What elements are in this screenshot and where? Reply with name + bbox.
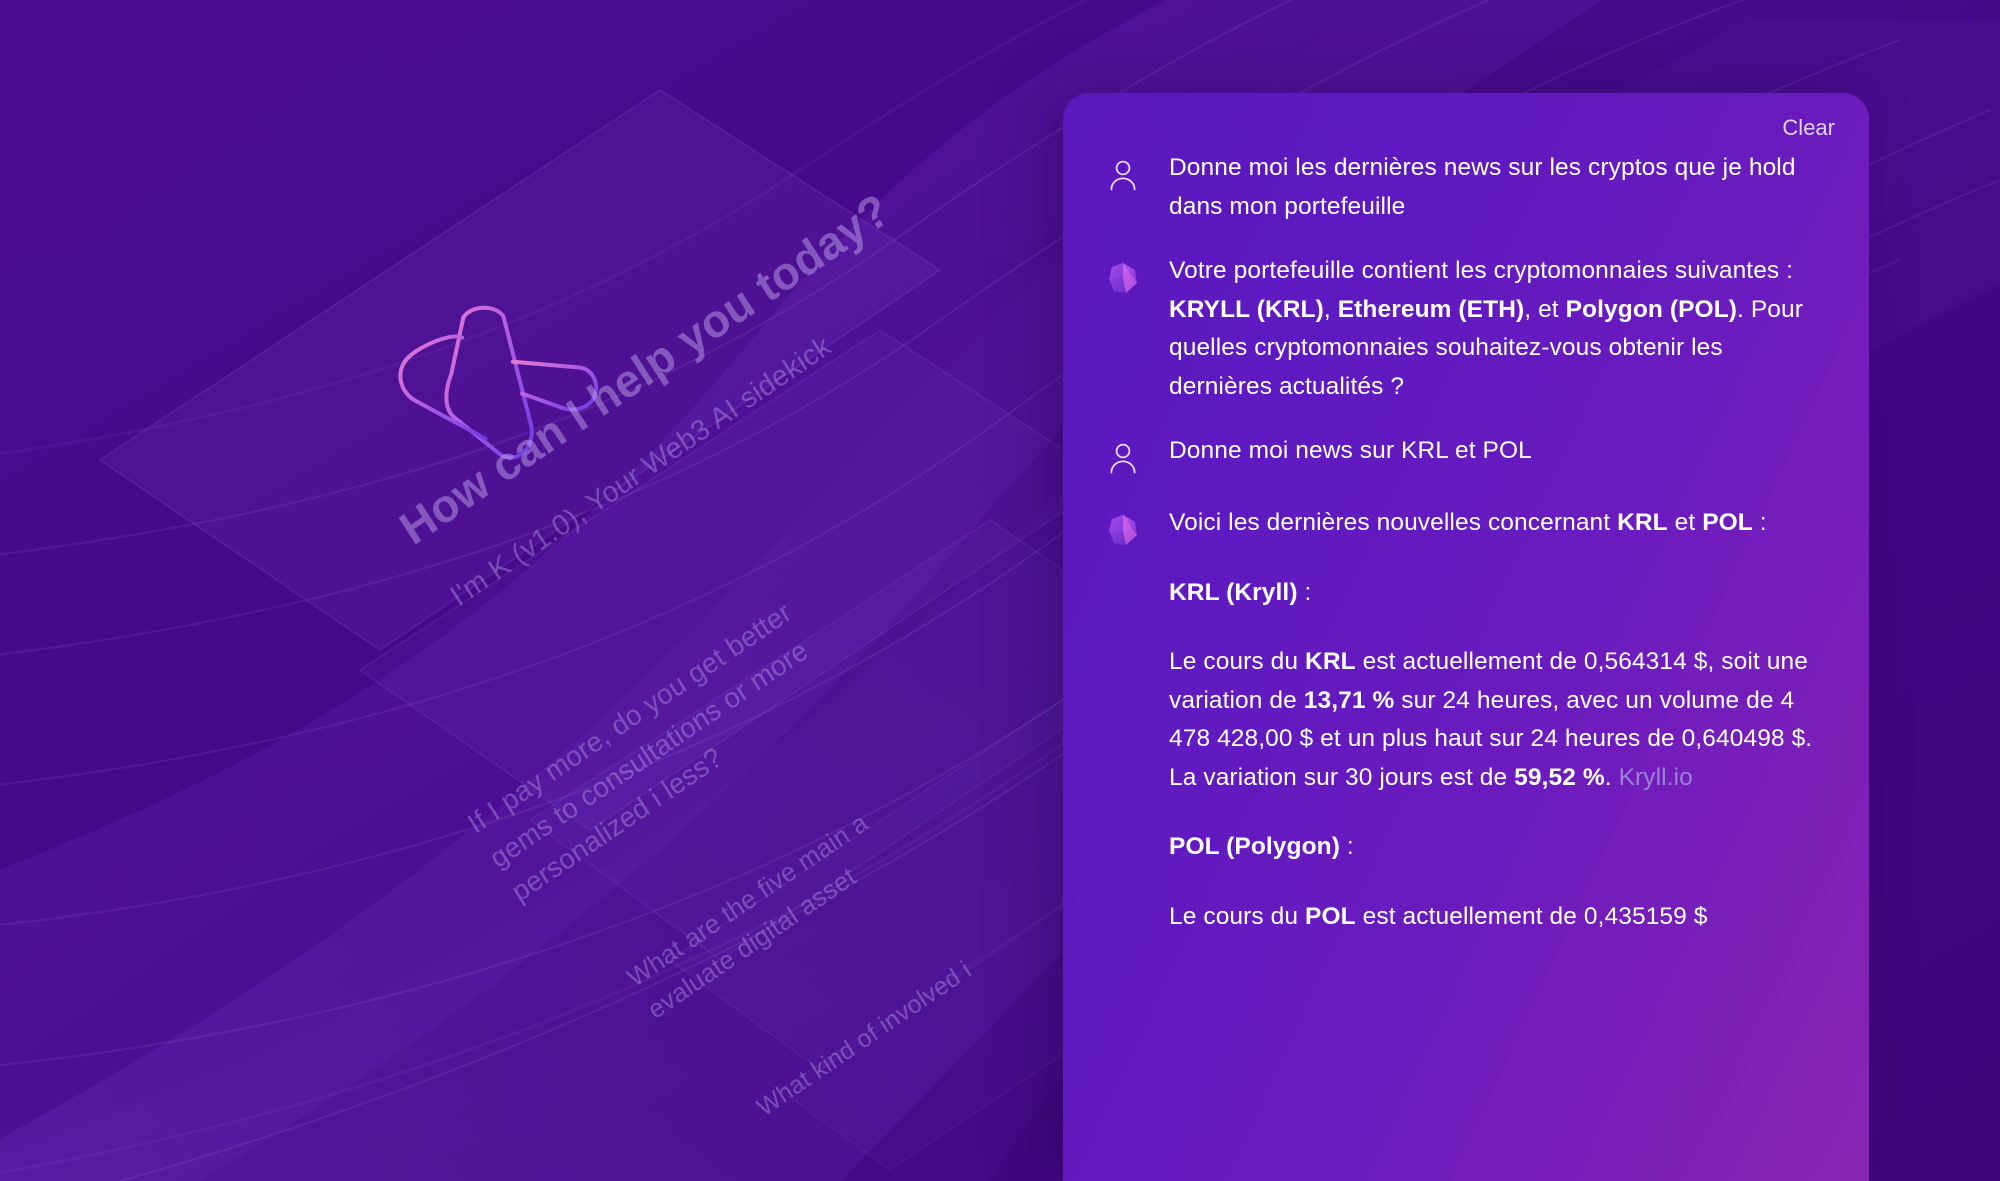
- paragraph: Le cours du KRL est actuellement de 0,56…: [1169, 643, 1829, 797]
- chat-panel: Clear Donne moi les dernières news sur l…: [1063, 93, 1869, 1181]
- paragraph: Donne moi news sur KRL et POL: [1169, 437, 1532, 464]
- emphasis-text: POL (Polygon): [1169, 833, 1340, 860]
- emphasis-text: POL: [1305, 902, 1356, 930]
- message-text: Voici les dernières nouvelles concernant…: [1169, 504, 1829, 936]
- body-text: est actuellement de 0,435159 $: [1355, 902, 1708, 930]
- message-text: Votre portefeuille contient les cryptomo…: [1169, 252, 1829, 406]
- paragraph: KRL (Kryll) :: [1169, 574, 1829, 613]
- body-text: Le cours du: [1169, 902, 1306, 930]
- body-text: Le cours du: [1169, 648, 1306, 675]
- emphasis-text: 59,52 %: [1514, 763, 1605, 791]
- paragraph: POL (Polygon) :: [1169, 828, 1829, 867]
- emphasis-text: Ethereum (ETH): [1337, 295, 1525, 323]
- assistant-message: Voici les dernières nouvelles concernant…: [1103, 504, 1829, 936]
- body-text: :: [1339, 833, 1354, 860]
- clear-button[interactable]: Clear: [1776, 111, 1841, 145]
- emphasis-text: Polygon (POL): [1565, 295, 1738, 323]
- assistant-message: Votre portefeuille contient les cryptomo…: [1103, 252, 1829, 406]
- emphasis-text: KRL: [1617, 509, 1668, 536]
- emphasis-text: 13,71 %: [1303, 686, 1395, 714]
- body-text: :: [1752, 509, 1767, 536]
- message-text: Donne moi news sur KRL et POL: [1169, 432, 1829, 471]
- body-text: .: [1604, 763, 1619, 791]
- body-text: et: [1667, 509, 1703, 536]
- emphasis-text: POL: [1702, 509, 1753, 536]
- gem-avatar-icon: [1103, 258, 1143, 298]
- paragraph: Votre portefeuille contient les cryptomo…: [1169, 252, 1829, 406]
- emphasis-text: KRL: [1305, 648, 1356, 675]
- user-message: Donne moi les dernières news sur les cry…: [1103, 149, 1829, 226]
- user-avatar-icon: [1103, 438, 1143, 478]
- message-text: Donne moi les dernières news sur les cry…: [1169, 149, 1829, 226]
- clear-row: Clear: [1776, 93, 1869, 145]
- body-text: , et: [1524, 295, 1566, 323]
- gem-avatar-icon: [1103, 510, 1143, 550]
- emphasis-text: KRYLL (KRL): [1169, 295, 1324, 323]
- paragraph: Donne moi les dernières news sur les cry…: [1169, 154, 1796, 220]
- paragraph: Voici les dernières nouvelles concernant…: [1169, 504, 1829, 543]
- body-text: Voici les dernières nouvelles concernant: [1169, 509, 1618, 536]
- paragraph: Le cours du POL est actuellement de 0,43…: [1169, 898, 1829, 937]
- message-list[interactable]: Donne moi les dernières news sur les cry…: [1063, 149, 1869, 1181]
- user-avatar-icon: [1103, 155, 1143, 195]
- body-text: Votre portefeuille contient les cryptomo…: [1169, 257, 1794, 284]
- body-text: :: [1297, 578, 1312, 606]
- source-link[interactable]: Kryll.io: [1619, 764, 1693, 791]
- kryll-ai-chat-screen: How can I help you today? I'm K (v1.0), …: [0, 0, 2000, 1181]
- emphasis-text: KRL (Kryll): [1169, 578, 1298, 606]
- body-text: ,: [1323, 295, 1338, 323]
- user-message: Donne moi news sur KRL et POL: [1103, 432, 1829, 478]
